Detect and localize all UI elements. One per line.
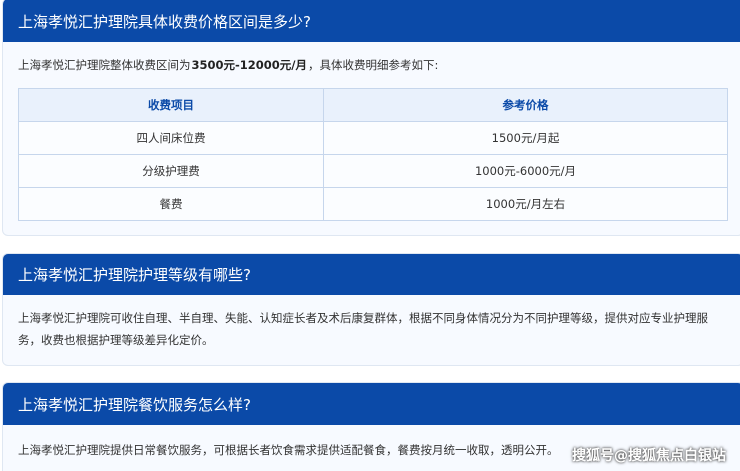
table-cell-price: 1500元/月起 (323, 121, 728, 155)
table-cell-item: 餐费 (18, 187, 324, 221)
care-levels-text: 上海孝悦汇护理院可收住自理、半自理、失能、认知症长者及术后康复群体，根据不同身体… (18, 311, 708, 347)
pricing-table: 收费项目 参考价格 四人间床位费 1500元/月起 分级护理费 1000元-60… (18, 88, 728, 221)
pricing-intro-suffix: ，具体收费明细参考如下: (308, 58, 439, 72)
table-cell-item: 分级护理费 (18, 154, 324, 188)
column-header-price: 参考价格 (323, 88, 728, 122)
pricing-card-body: 上海孝悦汇护理院整体收费区间为 3500元-12000元/月 ，具体收费明细参考如下… (3, 42, 740, 221)
column-header-item: 收费项目 (18, 88, 324, 122)
table-cell-price: 1000元-6000元/月 (323, 154, 728, 188)
care-levels-card: 上海孝悦汇护理院护理等级有哪些? 上海孝悦汇护理院可收住自理、半自理、失能、认知… (2, 253, 740, 366)
pricing-intro: 上海孝悦汇护理院整体收费区间为 3500元-12000元/月 ，具体收费明细参考如下… (18, 42, 728, 88)
table-row: 餐费 1000元/月左右 (18, 187, 728, 221)
table-row: 分级护理费 1000元-6000元/月 (18, 154, 728, 188)
pricing-card: 上海孝悦汇护理院具体收费价格区间是多少? 上海孝悦汇护理院整体收费区间为 3500… (2, 0, 740, 236)
table-cell-item: 四人间床位费 (18, 121, 324, 155)
pricing-card-title: 上海孝悦汇护理院具体收费价格区间是多少? (3, 0, 740, 42)
dining-title: 上海孝悦汇护理院餐饮服务怎么样? (3, 383, 740, 425)
table-row: 四人间床位费 1500元/月起 (18, 121, 728, 155)
pricing-range: 3500元-12000元/月 (191, 58, 308, 72)
table-header-row: 收费项目 参考价格 (18, 88, 728, 122)
table-cell-price: 1000元/月左右 (323, 187, 728, 221)
watermark: 搜狐号@搜狐焦点白银站 (572, 448, 726, 464)
care-levels-title: 上海孝悦汇护理院护理等级有哪些? (3, 254, 740, 295)
pricing-intro-prefix: 上海孝悦汇护理院整体收费区间为 (18, 58, 191, 72)
